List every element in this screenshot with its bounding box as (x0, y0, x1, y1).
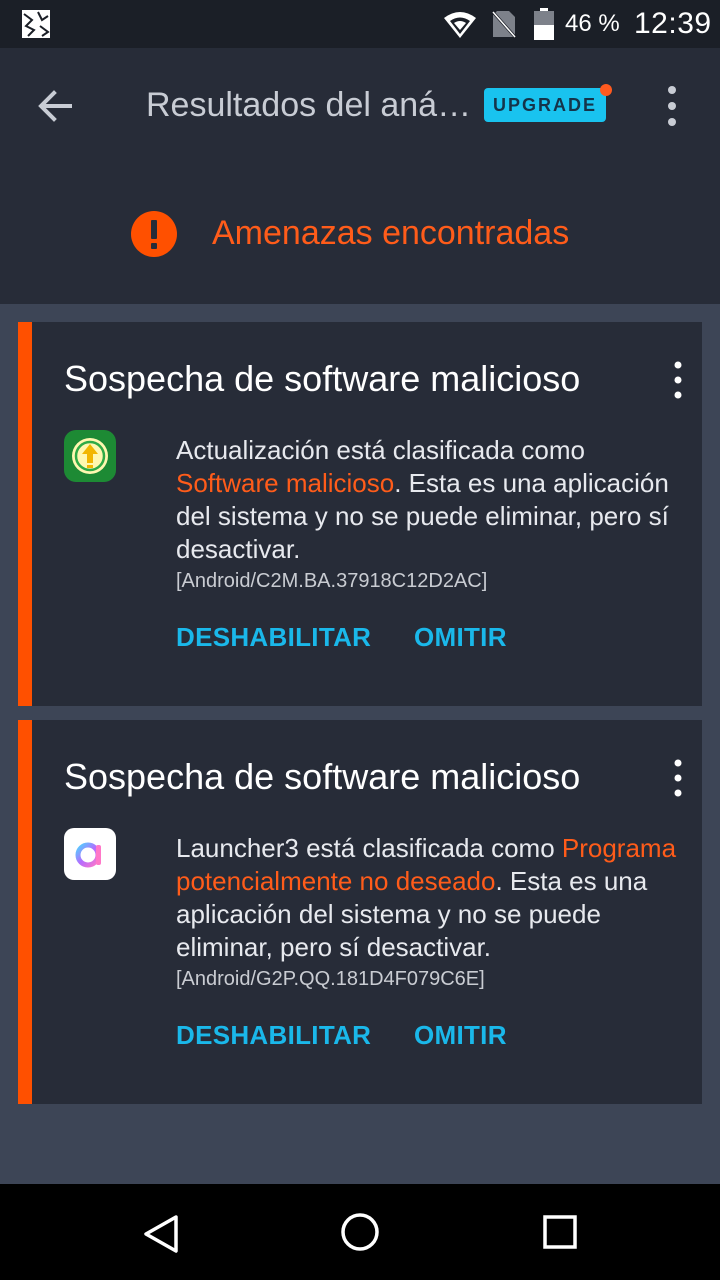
system-update-app-icon (64, 430, 116, 482)
more-vert-icon[interactable] (662, 758, 694, 798)
more-vert-icon[interactable] (662, 360, 694, 400)
alert-circle-icon (131, 211, 177, 257)
arrow-back-icon[interactable] (34, 85, 76, 127)
clock: 12:39 (634, 7, 712, 40)
disable-button[interactable]: DESHABILITAR (176, 622, 371, 653)
threat-card: Sospecha de software malicioso Launcher3… (18, 720, 702, 1104)
app-bar: Resultados del aná… UPGRADE Amenazas enc… (0, 48, 720, 304)
upgrade-button[interactable]: UPGRADE (484, 84, 612, 122)
card-heading: Sospecha de software malicioso (64, 756, 581, 797)
description-text: Launcher3 está clasificada como (176, 833, 562, 863)
nav-home-icon[interactable] (338, 1210, 382, 1254)
disable-button[interactable]: DESHABILITAR (176, 1020, 371, 1051)
status-bar: 46 % 12:39 (0, 0, 720, 48)
wifi-icon (444, 12, 476, 38)
nav-recents-icon[interactable] (540, 1212, 580, 1252)
card-heading: Sospecha de software malicioso (64, 358, 581, 399)
detection-code: [Android/C2M.BA.37918C12D2AC] (176, 570, 488, 592)
battery-percentage: 46 % (565, 10, 620, 37)
notification-dot (600, 84, 612, 96)
battery-icon (534, 8, 554, 40)
card-description: Launcher3 está clasificada como Programa… (176, 832, 686, 964)
launcher-app-icon (64, 828, 116, 880)
description-text: Actualización está clasificada como (176, 435, 585, 465)
upgrade-label: UPGRADE (492, 94, 597, 115)
page-title: Resultados del aná… (146, 86, 472, 124)
skip-button[interactable]: OMITIR (414, 1020, 507, 1051)
more-vert-icon[interactable] (656, 84, 688, 128)
no-sim-icon (491, 10, 517, 39)
threats-found-title: Amenazas encontradas (212, 214, 570, 252)
classification-label: Software malicioso (176, 468, 395, 498)
skip-button[interactable]: OMITIR (414, 622, 507, 653)
navigation-bar (0, 1184, 720, 1280)
nav-back-icon[interactable] (140, 1212, 184, 1256)
detection-code: [Android/G2P.QQ.181D4F079C6E] (176, 968, 485, 990)
gallery-notification-icon (22, 10, 50, 38)
threat-card: Sospecha de software malicioso Actualiza… (18, 322, 702, 706)
card-description: Actualización está clasificada como Soft… (176, 434, 686, 566)
